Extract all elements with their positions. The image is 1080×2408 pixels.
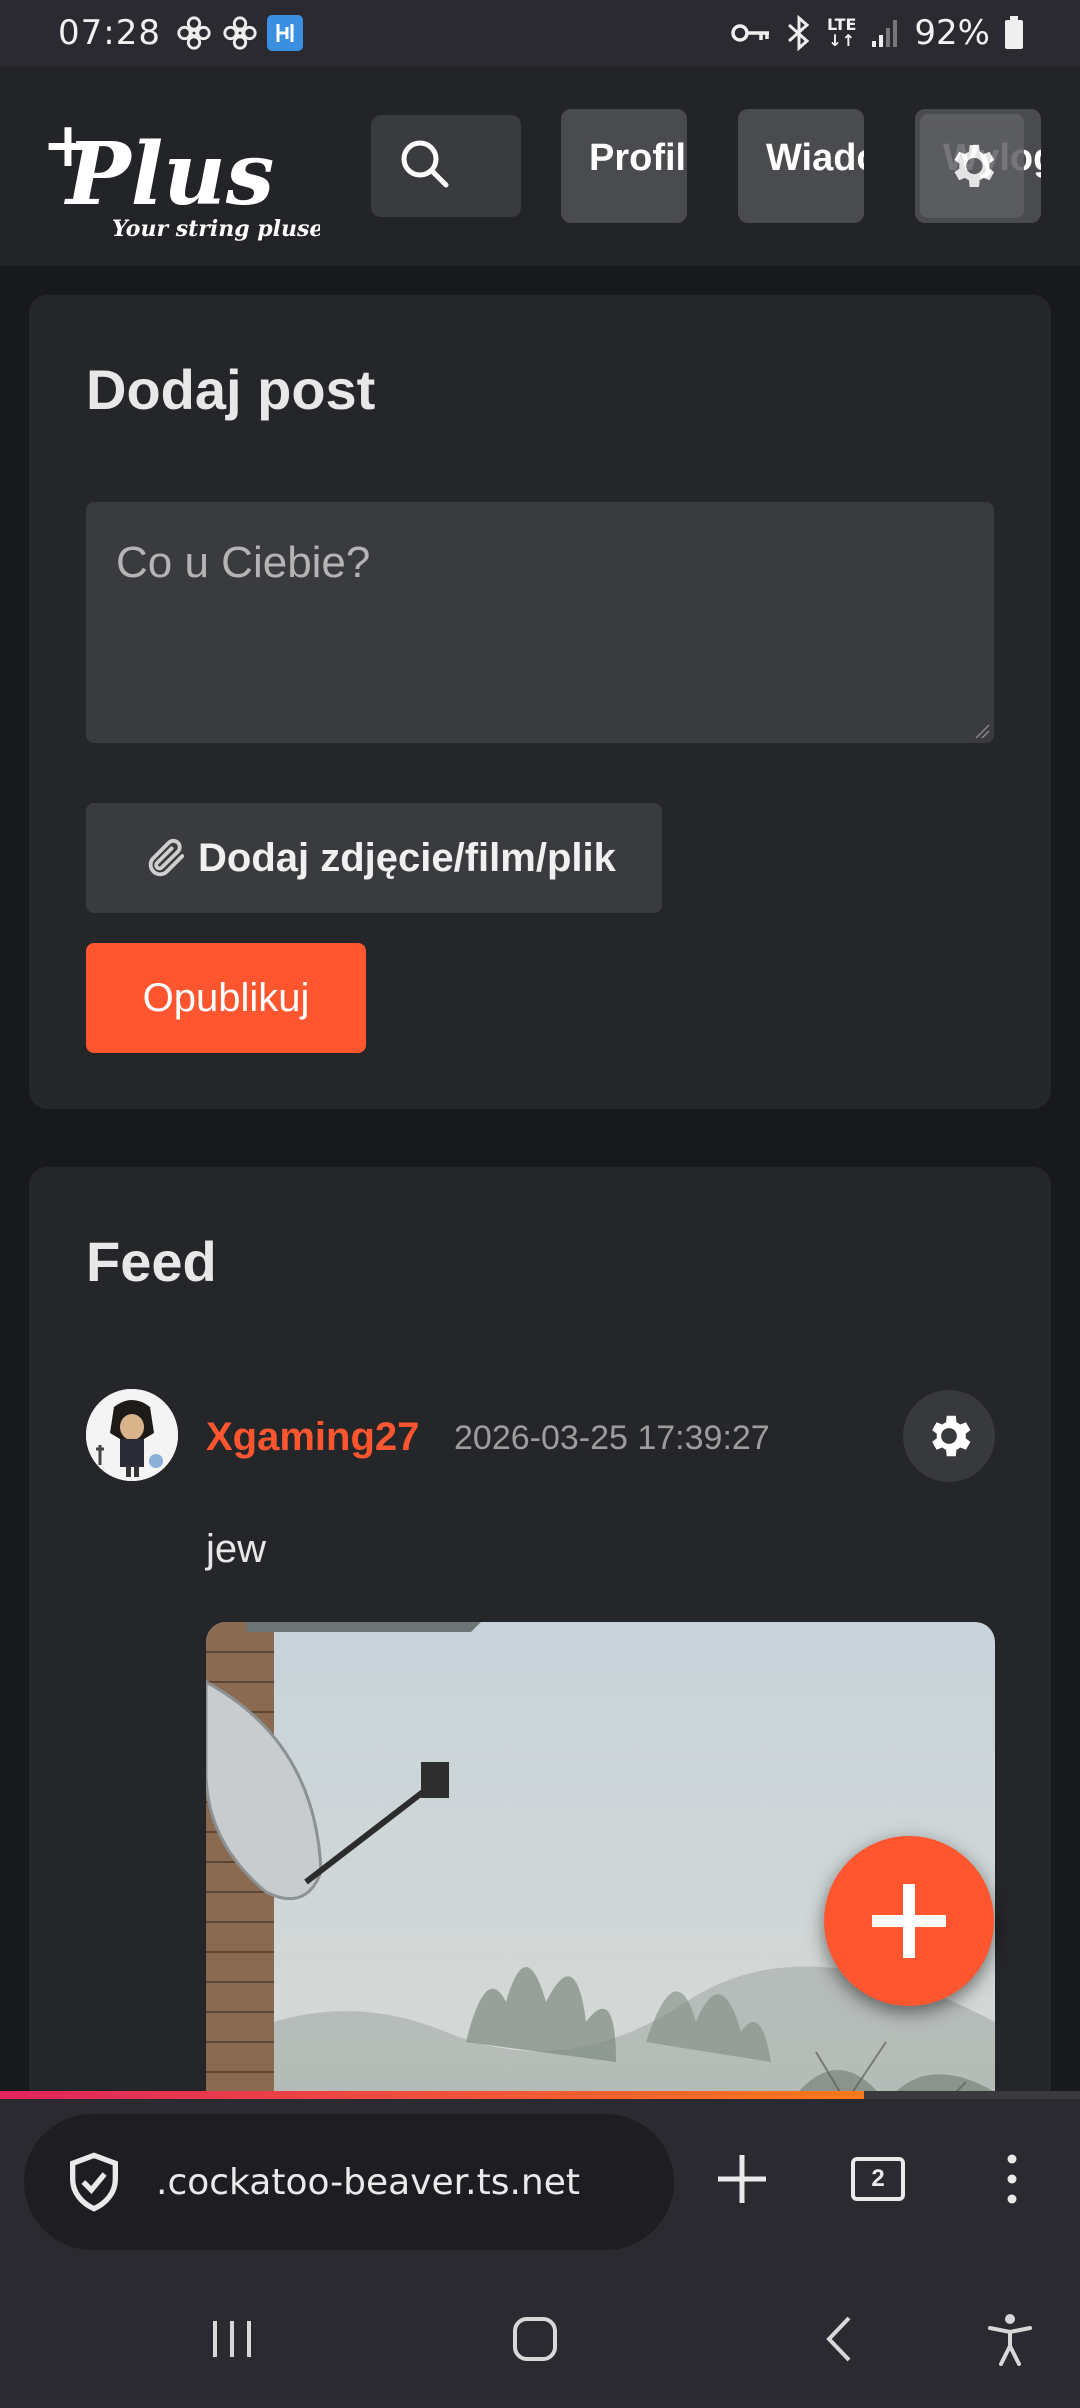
accessibility-button[interactable] (970, 2299, 1050, 2379)
back-icon (826, 2316, 851, 2362)
plus-icon (872, 1884, 946, 1958)
post-options-button[interactable] (903, 1390, 995, 1482)
back-button[interactable] (798, 2299, 878, 2379)
accessibility-icon (988, 2314, 1032, 2366)
profile-button[interactable]: Profil (561, 109, 687, 223)
add-post-card: Dodaj post Co u Ciebie? Dodaj zdjęcie/fi… (29, 295, 1051, 1109)
home-icon (513, 2317, 557, 2361)
settings-button[interactable] (920, 114, 1024, 218)
browser-menu-button[interactable] (972, 2139, 1052, 2219)
plus-logo[interactable]: + Plus Your string pluses (40, 96, 320, 286)
signal-icon (872, 20, 898, 47)
post-text: jew (206, 1527, 267, 1571)
flower-icon (223, 16, 257, 50)
new-post-fab[interactable] (824, 1836, 994, 2006)
post-placeholder: Co u Ciebie? (116, 538, 371, 587)
url-text[interactable]: .cockatoo-beaver.ts.net (156, 2162, 646, 2203)
post-textarea[interactable]: Co u Ciebie? (86, 502, 994, 743)
home-button[interactable] (495, 2299, 575, 2379)
page-load-progress (0, 2091, 1080, 2099)
tab-count: 2 (851, 2157, 905, 2201)
bluetooth-icon (788, 15, 810, 51)
gear-icon (932, 1415, 971, 1457)
messages-button[interactable]: Wiadomości (738, 109, 864, 223)
page-load-progress-fill (0, 2091, 864, 2099)
system-navigation (0, 2269, 1080, 2408)
avatar[interactable] (86, 1389, 178, 1481)
url-bar[interactable]: .cockatoo-beaver.ts.net (24, 2114, 674, 2250)
more-vertical-icon (1007, 2154, 1017, 2204)
status-bar: 07:28 LTE ↓↑ 92% (0, 0, 1080, 66)
svg-text:Plus: Plus (63, 124, 274, 225)
shield-check-icon[interactable] (62, 2150, 126, 2214)
lte-icon: LTE ↓↑ (827, 15, 857, 50)
battery-percent: 92% (914, 13, 990, 53)
new-tab-button[interactable] (702, 2139, 782, 2219)
flower-icon (177, 16, 211, 50)
attach-file-button[interactable]: Dodaj zdjęcie/film/plik (86, 803, 662, 913)
top-navbar: + Plus Your string pluses Profil Wiadomo… (0, 66, 1080, 266)
search-button[interactable] (371, 115, 521, 217)
attach-label: Dodaj zdjęcie/film/plik (198, 835, 616, 880)
gear-icon (954, 145, 995, 187)
resize-handle-icon[interactable] (974, 723, 990, 739)
plus-icon (718, 2155, 766, 2203)
browser-toolbar: .cockatoo-beaver.ts.net 2 (0, 2099, 1080, 2269)
svg-text:Your string pluses: Your string pluses (112, 216, 320, 242)
feed-title: Feed (86, 1230, 217, 1293)
paperclip-icon (148, 838, 185, 877)
post-timestamp: 2026-03-25 17:39:27 (454, 1419, 770, 1457)
tab-switcher-button[interactable]: 2 (838, 2139, 918, 2219)
add-post-title: Dodaj post (86, 358, 376, 421)
publish-button[interactable]: Opublikuj (86, 943, 366, 1053)
vpn-key-icon (731, 24, 770, 42)
search-icon (401, 140, 449, 188)
post-username[interactable]: Xgaming27 (206, 1415, 419, 1460)
recents-icon (213, 2321, 251, 2357)
recents-button[interactable] (192, 2299, 272, 2379)
status-time: 07:28 (58, 13, 161, 53)
avatar-image (86, 1389, 178, 1481)
battery-icon (1005, 16, 1023, 49)
app-notification-icon (266, 15, 303, 51)
